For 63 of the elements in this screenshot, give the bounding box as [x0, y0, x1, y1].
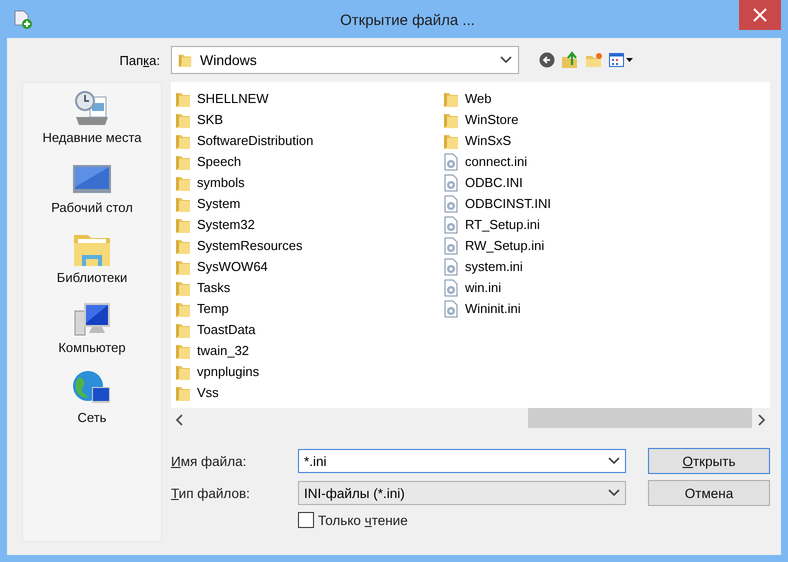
places-item[interactable]: Рабочий стол: [51, 200, 133, 215]
file-item[interactable]: System: [197, 196, 240, 211]
file-type-label: Тип файлов:: [171, 486, 251, 500]
file-name-field[interactable]: *.ini: [298, 449, 626, 473]
settings-file-icon: [443, 152, 459, 170]
file-item[interactable]: SKB: [197, 112, 224, 127]
file-item[interactable]: RW_Setup.ini: [465, 238, 544, 253]
read-only-checkbox[interactable]: [298, 512, 314, 528]
file-item[interactable]: Wininit.ini: [465, 301, 521, 316]
file-item[interactable]: ODBCINST.INI: [465, 196, 551, 211]
settings-file-icon: [443, 216, 459, 234]
settings-file-icon: [443, 258, 459, 276]
cancel-button[interactable]: Отмена: [648, 480, 770, 506]
window-title: Открытие файла ...: [340, 10, 475, 28]
file-item[interactable]: twain_32: [197, 343, 250, 358]
file-item[interactable]: Temp: [197, 301, 229, 316]
app-icon: [12, 8, 34, 30]
chevron-down-icon: [608, 489, 620, 497]
file-item[interactable]: Speech: [197, 154, 242, 169]
view-menu-icon[interactable]: [609, 53, 633, 67]
file-item[interactable]: SystemResources: [197, 238, 302, 253]
scrollbar-thumb[interactable]: [528, 408, 752, 428]
scroll-right-icon[interactable]: [756, 414, 766, 426]
file-item[interactable]: ToastData: [197, 322, 256, 337]
file-item[interactable]: Web: [465, 91, 492, 106]
file-item[interactable]: ODBC.INI: [465, 175, 523, 190]
folder-label: Папка:: [120, 52, 160, 68]
file-item[interactable]: Vss: [197, 385, 219, 400]
scroll-left-icon[interactable]: [175, 414, 185, 426]
settings-file-icon: [443, 236, 459, 254]
settings-file-icon: [443, 300, 459, 318]
file-item[interactable]: win.ini: [465, 280, 502, 295]
settings-file-icon: [443, 174, 459, 192]
places-item[interactable]: Недавние места: [42, 130, 142, 145]
chevron-down-icon: [500, 56, 512, 64]
file-item[interactable]: vpnplugins: [197, 364, 260, 379]
file-item[interactable]: SoftwareDistribution: [197, 133, 314, 148]
open-button[interactable]: Открыть: [648, 448, 770, 474]
file-type-dropdown[interactable]: INI-файлы (*.ini): [298, 481, 626, 505]
file-name-label: Имя файла:: [171, 454, 248, 468]
back-icon[interactable]: [539, 52, 555, 68]
file-item[interactable]: SHELLNEW: [197, 91, 269, 106]
close-icon: [753, 8, 767, 22]
close-button[interactable]: [739, 0, 781, 30]
folder-up-icon[interactable]: [561, 51, 579, 69]
chevron-down-icon: [608, 457, 620, 465]
places-item[interactable]: Сеть: [78, 410, 106, 425]
file-item[interactable]: system.ini: [465, 259, 523, 274]
read-only-label: Только чтение: [318, 512, 408, 528]
settings-file-icon: [443, 194, 459, 212]
places-item[interactable]: Компьютер: [58, 340, 126, 355]
file-item[interactable]: RT_Setup.ini: [465, 217, 540, 232]
settings-file-icon: [443, 278, 459, 296]
file-item[interactable]: WinSxS: [465, 133, 512, 148]
file-item[interactable]: SysWOW64: [197, 259, 268, 274]
file-item[interactable]: connect.ini: [465, 154, 528, 169]
file-item[interactable]: WinStore: [465, 112, 518, 127]
file-item[interactable]: System32: [197, 217, 255, 232]
file-item[interactable]: Tasks: [197, 280, 230, 295]
new-folder-icon[interactable]: [585, 52, 603, 68]
file-item[interactable]: symbols: [197, 175, 245, 190]
folder-dropdown[interactable]: Windows: [171, 46, 519, 74]
places-item[interactable]: Библиотеки: [56, 270, 128, 285]
